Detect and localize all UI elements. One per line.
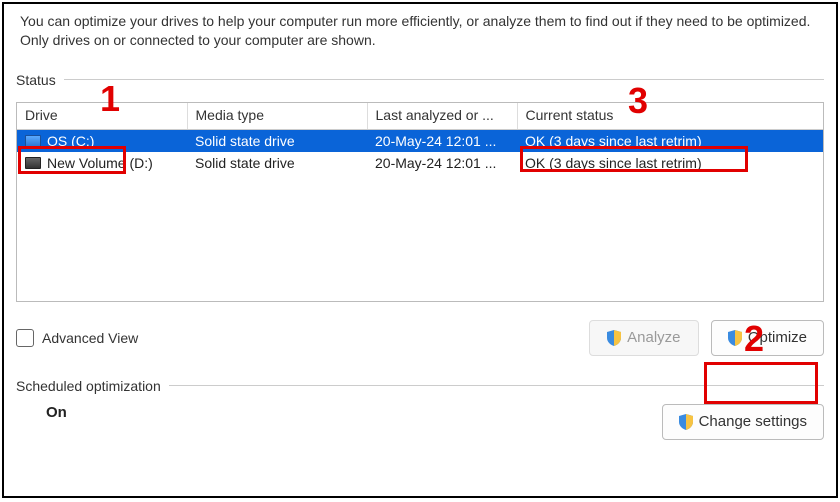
advanced-view-label: Advanced View [42,330,138,346]
table-header-row: Drive Media type Last analyzed or ... Cu… [17,103,823,130]
shield-icon [679,414,693,430]
analyze-label: Analyze [627,329,680,346]
shield-icon [607,330,621,346]
advanced-view-checkbox[interactable]: Advanced View [16,329,138,347]
intro-text: You can optimize your drives to help you… [16,4,824,50]
shield-icon [728,330,742,346]
col-status[interactable]: Current status [517,103,823,130]
drive-name: OS (C:) [47,133,94,149]
optimize-button[interactable]: Optimize [711,320,824,356]
last-analyzed: 20-May-24 12:01 ... [367,152,517,174]
scheduled-label-text: Scheduled optimization [16,378,161,394]
media-type: Solid state drive [187,152,367,174]
divider [64,79,824,80]
change-settings-button[interactable]: Change settings [662,404,824,440]
scheduled-section-label: Scheduled optimization [16,378,824,394]
col-last[interactable]: Last analyzed or ... [367,103,517,130]
scheduled-state: On [46,404,67,421]
col-media[interactable]: Media type [187,103,367,130]
status-section-label: Status [16,72,824,88]
analyze-button: Analyze [589,320,699,356]
checkbox-icon [16,329,34,347]
drive-icon [25,135,41,147]
table-row[interactable]: New Volume (D:) Solid state drive 20-May… [17,152,823,174]
divider [169,385,824,386]
drive-icon [25,157,41,169]
media-type: Solid state drive [187,129,367,152]
table-row[interactable]: OS (C:) Solid state drive 20-May-24 12:0… [17,129,823,152]
last-analyzed: 20-May-24 12:01 ... [367,129,517,152]
change-settings-label: Change settings [699,413,807,430]
drive-name: New Volume (D:) [47,155,153,171]
col-drive[interactable]: Drive [17,103,187,130]
current-status: OK (3 days since last retrim) [517,129,823,152]
current-status: OK (3 days since last retrim) [517,152,823,174]
status-label-text: Status [16,72,56,88]
drives-table[interactable]: Drive Media type Last analyzed or ... Cu… [16,102,824,302]
optimize-label: Optimize [748,329,807,346]
